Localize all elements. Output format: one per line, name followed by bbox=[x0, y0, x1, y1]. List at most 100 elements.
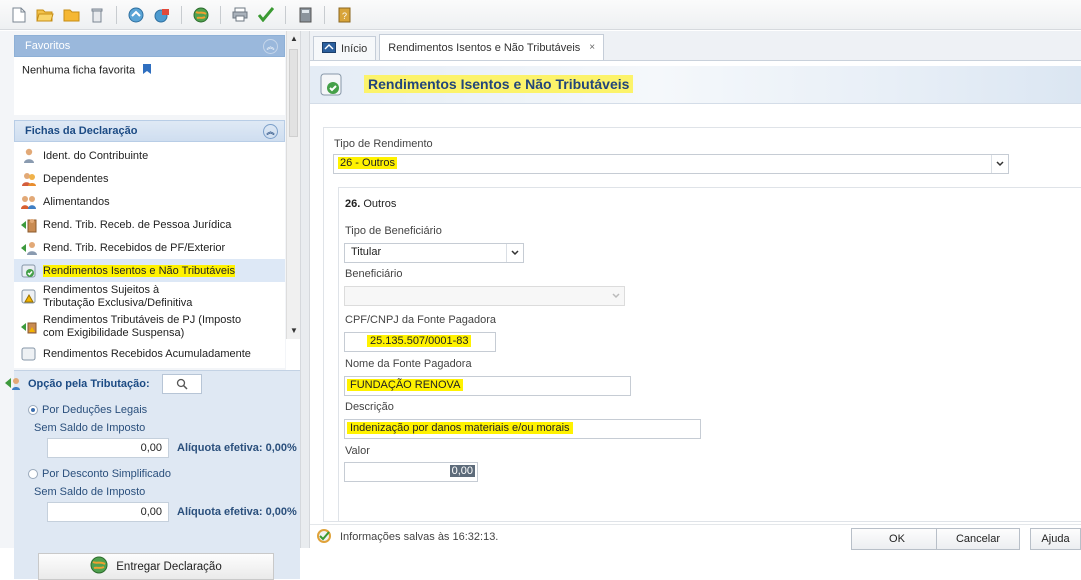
toolbar-separator bbox=[116, 5, 117, 24]
ok-button[interactable]: OK bbox=[851, 528, 943, 550]
sidebar-item-ident-contribuinte[interactable]: Ident. do Contribuinte bbox=[14, 144, 285, 167]
print-icon[interactable] bbox=[231, 6, 249, 24]
tab-label: Rendimentos Isentos e Não Tributáveis bbox=[388, 41, 581, 54]
beneficiario-select[interactable] bbox=[344, 286, 625, 306]
chevron-down-icon[interactable] bbox=[506, 244, 523, 262]
option1-value: 0,00 bbox=[47, 438, 169, 458]
entregar-label: Entregar Declaração bbox=[116, 560, 222, 573]
tax-option-icon bbox=[4, 376, 22, 393]
tipo-beneficiario-label: Tipo de Beneficiário bbox=[345, 225, 442, 237]
sidebar-item-rend-exclusiva[interactable]: Rendimentos Sujeitos à Tributação Exclus… bbox=[14, 282, 285, 312]
option-sub-label: Sem Saldo de Imposto bbox=[34, 486, 146, 498]
help-book-icon[interactable]: ? bbox=[335, 6, 353, 24]
tab-rend-isentos[interactable]: Rendimentos Isentos e Não Tributáveis × bbox=[379, 34, 605, 60]
sidebar-item-rend-acumulados[interactable]: Rendimentos Recebidos Acumuladamente bbox=[14, 342, 285, 365]
option-label: Por Deduções Legais bbox=[42, 404, 148, 416]
nome-fonte-input[interactable]: FUNDAÇÃO RENOVA bbox=[344, 376, 631, 396]
option2-value: 0,00 bbox=[47, 502, 169, 522]
toolbar-separator bbox=[324, 5, 325, 24]
main-content: Início Rendimentos Isentos e Não Tributá… bbox=[310, 31, 1081, 550]
accumulated-income-icon bbox=[20, 345, 37, 362]
panel-splitter[interactable] bbox=[300, 31, 310, 548]
fichas-title: Fichas da Declaração bbox=[25, 125, 138, 137]
sidebar-item-rend-suspensa[interactable]: Rendimentos Tributáveis de PJ (Imposto c… bbox=[14, 312, 285, 342]
fichas-list: Ident. do Contribuinte Dependentes Alime… bbox=[14, 142, 285, 368]
sidebar-item-label: Rendimentos Sujeitos à Tributação Exclus… bbox=[43, 284, 193, 309]
sidebar-item-label: Rend. Trib. Recebidos de PF/Exterior bbox=[43, 241, 226, 254]
trash-icon[interactable] bbox=[88, 6, 106, 24]
favoritos-empty-text: Nenhuma ficha favorita bbox=[22, 64, 136, 77]
nome-fonte-label: Nome da Fonte Pagadora bbox=[345, 358, 472, 370]
scroll-down-icon[interactable]: ▼ bbox=[287, 323, 301, 337]
favoritos-header[interactable]: Favoritos ︽ bbox=[14, 35, 285, 57]
section-name: Outros bbox=[363, 198, 397, 210]
option1-value-row: 0,00 Alíquota efetiva: 0,00% bbox=[14, 437, 300, 459]
entregar-declaracao-button[interactable]: Entregar Declaração bbox=[38, 553, 274, 580]
sidebar-item-dependentes[interactable]: Dependentes bbox=[14, 167, 285, 190]
fichas-scrollbar[interactable]: ▲ ▼ bbox=[286, 31, 300, 339]
chevron-down-icon[interactable] bbox=[991, 155, 1008, 173]
sidebar-item-label: Alimentandos bbox=[43, 195, 110, 208]
fichas-header[interactable]: Fichas da Declaração ︽ bbox=[14, 120, 285, 142]
tipo-rendimento-label: Tipo de Rendimento bbox=[334, 138, 433, 150]
globe-icon[interactable] bbox=[192, 6, 210, 24]
option2-aliquota: Alíquota efetiva: 0,00% bbox=[177, 506, 297, 518]
opcao-header: Opção pela Tributação: bbox=[5, 371, 300, 397]
scroll-up-icon[interactable]: ▲ bbox=[287, 31, 301, 45]
page-title: Rendimentos Isentos e Não Tributáveis bbox=[364, 75, 634, 93]
close-icon[interactable]: × bbox=[589, 42, 595, 53]
option-label: Por Desconto Simplificado bbox=[42, 468, 172, 480]
nome-fonte-value: FUNDAÇÃO RENOVA bbox=[347, 379, 464, 391]
search-button[interactable] bbox=[161, 374, 202, 394]
tipo-beneficiario-select[interactable]: Titular bbox=[344, 243, 524, 263]
exempt-income-icon bbox=[20, 262, 37, 279]
exempt-income-icon bbox=[319, 72, 345, 98]
svg-text:?: ? bbox=[341, 11, 346, 21]
tipo-rendimento-value: 26 - Outros bbox=[338, 157, 398, 169]
descricao-input[interactable]: Indenização por danos materiais e/ou mor… bbox=[344, 419, 701, 439]
dependents-icon bbox=[20, 170, 37, 187]
favoritos-body: Nenhuma ficha favorita bbox=[14, 57, 285, 115]
new-file-icon[interactable] bbox=[10, 6, 28, 24]
open-folder-icon[interactable] bbox=[36, 6, 54, 24]
page-banner: Rendimentos Isentos e Não Tributáveis bbox=[310, 66, 1081, 104]
sidebar-item-label: Rendimentos Isentos e Não Tributáveis bbox=[43, 264, 235, 277]
section-number: 26. bbox=[345, 198, 361, 210]
left-panel: Favoritos ︽ Nenhuma ficha favorita Ficha… bbox=[0, 31, 300, 580]
sidebar-item-rend-trib-pj[interactable]: Rend. Trib. Receb. de Pessoa Jurídica bbox=[14, 213, 285, 236]
sidebar-item-alimentandos[interactable]: Alimentandos bbox=[14, 190, 285, 213]
person-icon bbox=[20, 147, 37, 164]
search-icon bbox=[176, 378, 188, 390]
option2-value-row: 0,00 Alíquota efetiva: 0,00% bbox=[14, 501, 300, 523]
sidebar-item-label: Rendimentos Recebidos Acumuladamente bbox=[43, 347, 251, 360]
cpf-cnpj-label: CPF/CNPJ da Fonte Pagadora bbox=[345, 314, 497, 326]
tab-label: Início bbox=[341, 42, 368, 55]
radio-desconto-simplificado[interactable]: Por Desconto Simplificado bbox=[14, 465, 300, 483]
outros-section: 26. Outros Tipo de Beneficiário Titular … bbox=[338, 187, 1081, 522]
transmit-icon[interactable] bbox=[153, 6, 171, 24]
suspended-tax-icon bbox=[20, 319, 37, 336]
check-icon[interactable] bbox=[257, 6, 275, 24]
import-icon[interactable] bbox=[127, 6, 145, 24]
valor-value: 0,00 bbox=[449, 465, 475, 477]
radio-button[interactable] bbox=[28, 469, 38, 479]
tab-inicio[interactable]: Início bbox=[313, 36, 377, 60]
option-sub-label: Sem Saldo de Imposto bbox=[34, 422, 146, 434]
radio-deducoes-legais[interactable]: Por Deduções Legais bbox=[14, 401, 300, 419]
help-button[interactable]: Ajuda bbox=[1030, 528, 1081, 550]
saved-icon bbox=[314, 527, 334, 546]
radio-button[interactable] bbox=[28, 405, 38, 415]
globe-icon bbox=[90, 556, 108, 577]
cpf-cnpj-input[interactable]: 25.135.507/0001-83 bbox=[344, 332, 496, 352]
sidebar-item-rend-trib-pf[interactable]: Rend. Trib. Recebidos de PF/Exterior bbox=[14, 236, 285, 259]
cancel-button[interactable]: Cancelar bbox=[936, 528, 1020, 550]
calculator-icon[interactable] bbox=[296, 6, 314, 24]
folder-icon[interactable] bbox=[62, 6, 80, 24]
collapse-icon[interactable]: ︽ bbox=[263, 38, 278, 54]
tipo-rendimento-select[interactable]: 26 - Outros bbox=[333, 154, 1009, 174]
scroll-thumb[interactable] bbox=[289, 49, 298, 137]
favoritos-title: Favoritos bbox=[25, 40, 71, 52]
collapse-icon[interactable]: ︽ bbox=[263, 123, 278, 139]
sidebar-item-rend-isentos[interactable]: Rendimentos Isentos e Não Tributáveis bbox=[14, 259, 285, 282]
valor-input[interactable]: 0,00 bbox=[344, 462, 478, 482]
